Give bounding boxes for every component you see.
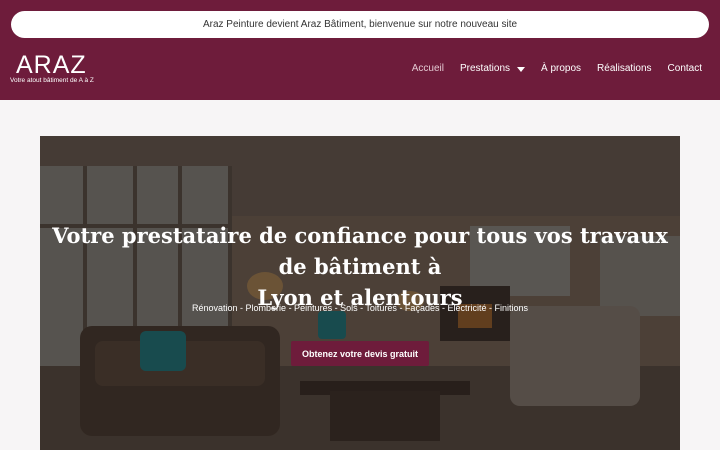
chevron-down-icon	[517, 66, 526, 72]
nav-item-accueil[interactable]: Accueil	[404, 63, 452, 74]
nav-item-a-propos[interactable]: À propos	[533, 63, 589, 74]
hero-services-list: Rénovation - Plomberie - Peintures - Sol…	[192, 303, 528, 313]
nav-label: Réalisations	[597, 63, 652, 74]
brand-logo[interactable]: ARAZ Votre atout bâtiment de A à Z	[10, 52, 94, 84]
nav-item-realisations[interactable]: Réalisations	[589, 63, 659, 74]
hero-title-line-1: Votre prestataire de confiance pour tous…	[52, 223, 668, 279]
nav-item-contact[interactable]: Contact	[660, 63, 710, 74]
logo-wordmark: ARAZ	[16, 51, 87, 79]
nav-label: Accueil	[411, 63, 444, 74]
site-header: Araz Peinture devient Araz Bâtiment, bie…	[0, 0, 720, 100]
main-nav: Accueil Prestations À propos Réalisation…	[404, 63, 710, 74]
nav-label: Contact	[667, 63, 702, 74]
announcement-bar: Araz Peinture devient Araz Bâtiment, bie…	[11, 11, 709, 38]
nav-label: À propos	[541, 63, 582, 74]
hero-title: Votre prestataire de confiance pour tous…	[40, 220, 680, 313]
nav-label: Prestations	[459, 63, 511, 74]
quote-cta-button[interactable]: Obtenez votre devis gratuit	[291, 341, 429, 366]
nav-item-prestations[interactable]: Prestations	[452, 63, 533, 74]
hero-banner: Votre prestataire de confiance pour tous…	[40, 136, 680, 450]
